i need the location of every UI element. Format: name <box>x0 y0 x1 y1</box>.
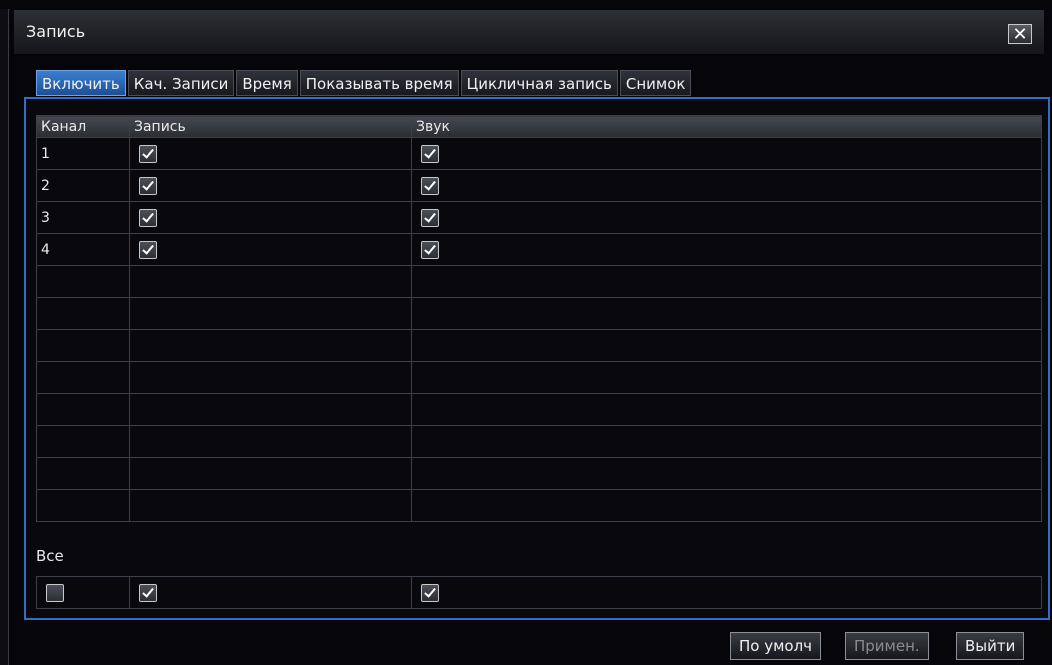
record-cell <box>129 425 412 458</box>
tab-cyclic-record[interactable]: Цикличная запись <box>460 70 618 96</box>
tab-record-quality[interactable]: Кач. Записи <box>127 70 235 96</box>
all-record-checkbox[interactable] <box>139 584 157 603</box>
table-row-empty <box>36 329 1042 362</box>
tab-time[interactable]: Время <box>236 70 298 96</box>
audio-cell <box>411 489 1042 522</box>
record-cell <box>129 169 412 202</box>
window-title: Запись <box>26 22 86 41</box>
table-row-empty <box>36 361 1042 394</box>
audio-checkbox[interactable] <box>421 176 439 195</box>
table-row-empty <box>36 425 1042 458</box>
tab-panel: Канал Запись Звук 1234 Все <box>24 97 1050 620</box>
table-row-empty <box>36 457 1042 490</box>
exit-button[interactable]: Выйти <box>956 632 1025 660</box>
audio-cell <box>411 201 1042 234</box>
audio-checkbox[interactable] <box>421 208 439 227</box>
all-channel-checkbox[interactable] <box>46 584 64 603</box>
table-body: 1234 <box>36 137 1042 522</box>
channel-cell <box>36 457 130 490</box>
table-row: 4 <box>36 233 1042 266</box>
record-cell <box>129 489 412 522</box>
audio-cell <box>411 233 1042 266</box>
record-cell <box>129 233 412 266</box>
channel-cell <box>36 329 130 362</box>
audio-checkbox[interactable] <box>421 240 439 259</box>
channel-cell <box>36 265 130 298</box>
all-audio-cell <box>411 576 1042 609</box>
title-bar: Запись ✕ <box>14 10 1044 54</box>
table-row-empty <box>36 489 1042 522</box>
audio-cell <box>411 265 1042 298</box>
tab-snapshot[interactable]: Снимок <box>619 70 692 96</box>
channel-cell <box>36 489 130 522</box>
audio-cell <box>411 457 1042 490</box>
record-cell <box>129 329 412 362</box>
record-checkbox[interactable] <box>139 208 157 227</box>
record-cell <box>129 361 412 394</box>
all-record-cell <box>129 576 412 609</box>
audio-cell <box>411 169 1042 202</box>
all-audio-checkbox[interactable] <box>421 584 439 603</box>
all-row <box>36 576 1042 609</box>
table-row: 1 <box>36 137 1042 170</box>
top-bar <box>0 0 1052 9</box>
audio-cell <box>411 393 1042 426</box>
audio-cell <box>411 297 1042 330</box>
record-cell <box>129 265 412 298</box>
column-header-audio: Звук <box>411 115 1042 138</box>
tab-enable[interactable]: Включить <box>36 70 126 96</box>
apply-button[interactable]: Примен. <box>845 632 929 660</box>
tab-show-time[interactable]: Показывать время <box>299 70 459 96</box>
channel-cell: 2 <box>36 169 130 202</box>
channel-cell <box>36 393 130 426</box>
table-row-empty <box>36 297 1042 330</box>
channel-cell <box>36 425 130 458</box>
record-cell <box>129 201 412 234</box>
record-cell <box>129 137 412 170</box>
table-row: 3 <box>36 201 1042 234</box>
all-label: Все <box>36 547 64 565</box>
table-header-row: Канал Запись Звук <box>36 115 1042 138</box>
column-header-channel: Канал <box>36 115 130 138</box>
table-row-empty <box>36 393 1042 426</box>
audio-cell <box>411 137 1042 170</box>
table-row-empty <box>36 265 1042 298</box>
close-icon: ✕ <box>1012 24 1028 45</box>
channel-cell <box>36 297 130 330</box>
table-row: 2 <box>36 169 1042 202</box>
close-button[interactable]: ✕ <box>1008 24 1032 44</box>
default-button[interactable]: По умолч <box>730 632 822 660</box>
audio-cell <box>411 329 1042 362</box>
channel-cell: 4 <box>36 233 130 266</box>
audio-checkbox[interactable] <box>421 144 439 163</box>
record-checkbox[interactable] <box>139 144 157 163</box>
channel-table: Канал Запись Звук 1234 <box>36 115 1042 522</box>
channel-cell: 1 <box>36 137 130 170</box>
all-channel-cell <box>36 576 130 609</box>
audio-cell <box>411 361 1042 394</box>
audio-cell <box>411 425 1042 458</box>
record-cell <box>129 393 412 426</box>
record-cell <box>129 297 412 330</box>
record-checkbox[interactable] <box>139 176 157 195</box>
column-header-record: Запись <box>129 115 412 138</box>
tab-bar: Включить Кач. Записи Время Показывать вр… <box>36 70 692 96</box>
channel-cell <box>36 361 130 394</box>
record-cell <box>129 457 412 490</box>
record-checkbox[interactable] <box>139 240 157 259</box>
channel-cell: 3 <box>36 201 130 234</box>
